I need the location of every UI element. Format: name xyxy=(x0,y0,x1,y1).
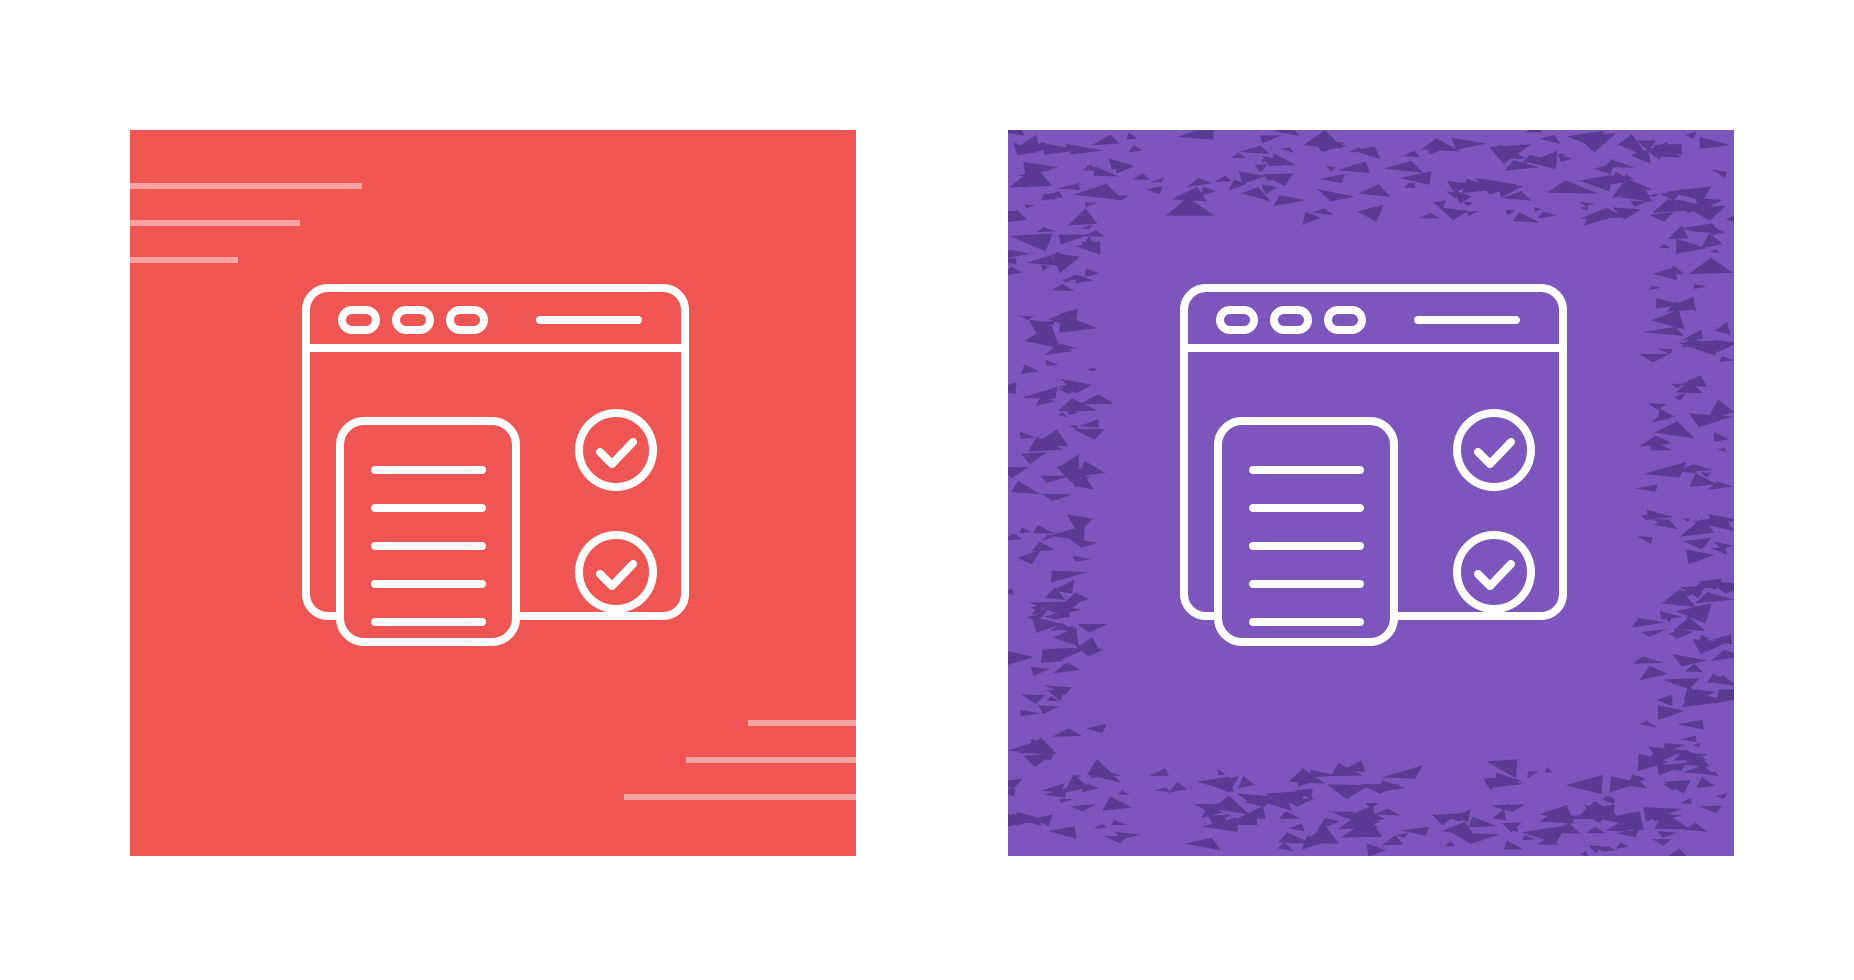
icon-showcase xyxy=(0,0,1854,980)
red-tile-graphic xyxy=(130,130,856,856)
check-circle-icon xyxy=(575,531,657,613)
window-dot-icon xyxy=(1216,306,1258,334)
check-circle-icon xyxy=(575,409,657,491)
purple-tile xyxy=(1008,130,1734,856)
window-dot-icon xyxy=(1270,306,1312,334)
check-circle-icon xyxy=(1453,531,1535,613)
document-sheet-icon xyxy=(1214,417,1398,646)
window-dot-icon xyxy=(338,306,380,334)
window-dot-icon xyxy=(446,306,488,334)
window-dot-icon xyxy=(392,306,434,334)
browser-checklist-icon xyxy=(1180,284,1567,646)
browser-checklist-icon xyxy=(302,284,689,646)
document-sheet-icon xyxy=(336,417,520,646)
purple-tile-graphic xyxy=(1008,130,1734,856)
window-dot-icon xyxy=(1324,306,1366,334)
check-circle-icon xyxy=(1453,409,1535,491)
red-tile xyxy=(130,130,856,856)
